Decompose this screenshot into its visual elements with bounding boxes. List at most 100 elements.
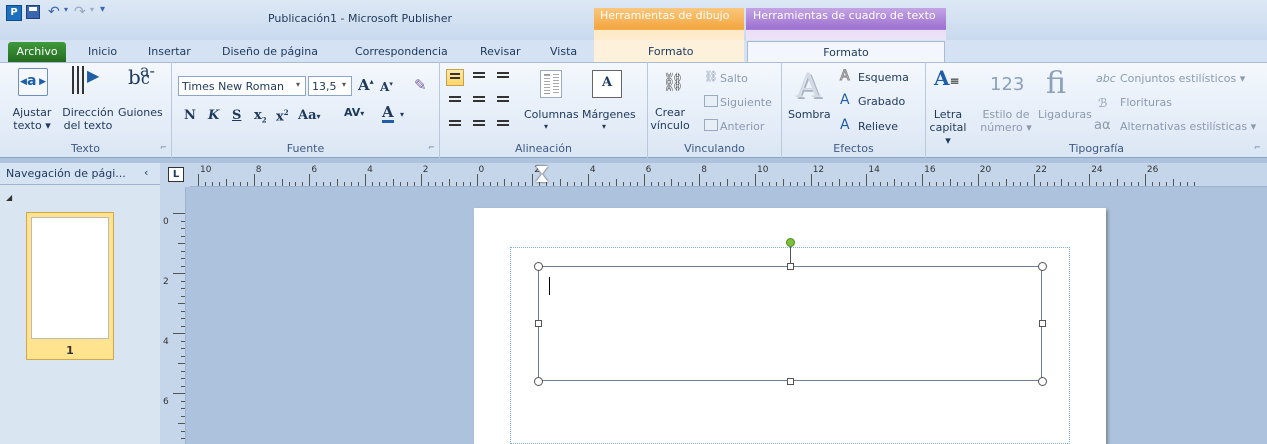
resize-handle-top[interactable] (787, 263, 794, 270)
resize-handle-bottom[interactable] (787, 378, 794, 385)
bold-icon[interactable]: N (184, 108, 196, 123)
resize-handle-bottom-left[interactable] (534, 377, 543, 386)
fuente-dialog-launcher-icon[interactable]: ⌐ (428, 143, 435, 152)
swashes-icon[interactable]: ℬ (1098, 96, 1107, 110)
resize-handle-bottom-right[interactable] (1038, 377, 1047, 386)
align-middle-right-button[interactable] (494, 93, 512, 110)
section-expander-icon[interactable]: ◢ (6, 193, 12, 202)
align-middle-left-button[interactable] (446, 93, 464, 110)
number-style-label[interactable]: Estilo de número ▾ (976, 108, 1036, 134)
tab-review[interactable]: Revisar (480, 45, 520, 58)
stylistic-sets-icon[interactable]: abc (1096, 72, 1116, 85)
tab-page-design[interactable]: Diseño de página (222, 45, 318, 58)
grow-font-icon[interactable]: A▴ (358, 76, 374, 94)
vertical-ruler[interactable]: 0 2 4 6 (160, 187, 186, 444)
collapse-pane-icon[interactable]: ‹ (144, 166, 148, 179)
resize-handle-right[interactable] (1039, 320, 1046, 327)
font-color-dropdown-icon[interactable]: ▾ (400, 110, 404, 119)
tab-format-textbox[interactable]: Formato (747, 41, 945, 63)
ruler-h-tick (434, 182, 436, 186)
text-box[interactable] (538, 266, 1042, 381)
number-style-icon[interactable]: 123 (990, 74, 1024, 95)
align-top-left-button[interactable] (446, 69, 464, 86)
page-thumbnail-1[interactable]: 1 (26, 212, 114, 360)
jump-label[interactable]: Salto (720, 72, 748, 85)
align-top-right-button[interactable] (494, 69, 512, 86)
jump-icon[interactable]: ⛓ (704, 70, 718, 83)
texto-dialog-launcher-icon[interactable]: ⌐ (160, 143, 167, 152)
change-case-icon[interactable]: Aa▾ (298, 108, 321, 123)
hyphenation-icon[interactable]: bc a- (128, 62, 155, 88)
shadow-label[interactable]: Sombra (788, 108, 831, 121)
create-link-label[interactable]: Crear vínculo (650, 106, 690, 132)
superscript-icon[interactable]: x2 (276, 108, 289, 124)
fit-text-label[interactable]: Ajustar texto ▾ (2, 106, 62, 132)
font-name-dropdown-icon[interactable]: ▾ (296, 80, 300, 89)
margins-dropdown-icon[interactable]: ▾ (602, 122, 606, 131)
margins-icon[interactable]: A (592, 70, 622, 98)
align-middle-center-button[interactable] (470, 93, 488, 110)
swashes-label[interactable]: Florituras (1120, 96, 1172, 109)
resize-handle-top-left[interactable] (534, 262, 543, 271)
ruler-h-tick (991, 182, 993, 186)
tab-mailings[interactable]: Correspondencia (355, 45, 448, 58)
tab-selector-icon[interactable]: L (168, 167, 184, 182)
align-bottom-left-button[interactable] (446, 117, 464, 134)
subscript-icon[interactable]: x2 (254, 108, 267, 125)
columns-label[interactable]: Columnas (524, 108, 579, 121)
tab-insert[interactable]: Insertar (148, 45, 191, 58)
align-bottom-center-button[interactable] (470, 117, 488, 134)
emboss-label[interactable]: Relieve (858, 120, 898, 133)
dropcap-icon[interactable]: A≡ (934, 66, 960, 90)
outline-icon[interactable]: A (840, 68, 851, 85)
tipografia-dialog-launcher-icon[interactable]: ⌐ (1254, 143, 1261, 152)
tab-home[interactable]: Inicio (88, 45, 117, 58)
ruler-h-tick (1033, 174, 1035, 186)
emboss-icon[interactable]: A (840, 117, 850, 133)
ruler-h-tick (977, 174, 979, 186)
rotation-handle[interactable] (786, 238, 795, 247)
create-link-icon[interactable]: ⛓ (662, 72, 685, 93)
shrink-font-icon[interactable]: A▾ (380, 79, 393, 94)
underline-icon[interactable]: S (232, 108, 241, 123)
tab-format-drawing[interactable]: Formato (648, 45, 694, 58)
previous-icon[interactable] (704, 119, 718, 131)
tab-view[interactable]: Vista (550, 45, 577, 58)
ligatures-label[interactable]: Ligaduras (1038, 108, 1092, 121)
italic-icon[interactable]: K (208, 108, 219, 123)
horizontal-ruler[interactable]: 10 8 6 4 2 0 2 4 6 8 10 12 14 16 20 22 24 26 (190, 163, 1267, 187)
engrave-icon[interactable]: A (840, 92, 850, 108)
next-icon[interactable] (704, 95, 718, 107)
font-name-combo[interactable]: Times New Roman ▾ (178, 76, 306, 96)
shadow-icon[interactable]: A (796, 66, 821, 106)
stylistic-alternates-label[interactable]: Alternativas estilísticas ▾ (1120, 120, 1256, 133)
stylistic-alternates-icon[interactable]: aα (1094, 118, 1111, 133)
indent-marker-icon[interactable] (534, 166, 550, 186)
ruler-v-tick (178, 363, 185, 364)
engrave-label[interactable]: Grabado (858, 95, 905, 108)
resize-handle-left[interactable] (535, 320, 542, 327)
font-size-combo[interactable]: 13,5 ▾ (308, 76, 352, 96)
character-spacing-icon[interactable]: AV▾ (344, 106, 364, 119)
ligatures-icon[interactable]: fi (1046, 66, 1066, 101)
next-label[interactable]: Siguiente (720, 96, 772, 109)
outline-label[interactable]: Esquema (858, 71, 909, 84)
previous-label[interactable]: Anterior (720, 120, 764, 133)
font-size-dropdown-icon[interactable]: ▾ (342, 80, 346, 89)
clear-formatting-icon[interactable]: ✎ (414, 76, 427, 94)
align-bottom-right-button[interactable] (494, 117, 512, 134)
text-direction-label[interactable]: Dirección del texto (62, 106, 114, 132)
margins-label[interactable]: Márgenes (582, 108, 636, 121)
columns-dropdown-icon[interactable]: ▾ (544, 122, 548, 131)
group-alineacion: Columnas ▾ A Márgenes ▾ Alineación (440, 62, 648, 158)
resize-handle-top-right[interactable] (1038, 262, 1047, 271)
ruler-h-tick (643, 174, 645, 186)
columns-icon[interactable] (540, 70, 562, 98)
stylistic-sets-label[interactable]: Conjuntos estilísticos ▾ (1120, 72, 1245, 85)
tab-file[interactable]: Archivo (8, 42, 66, 62)
align-top-center-button[interactable] (470, 69, 488, 86)
fit-text-icon[interactable]: a ◀ ▶ (18, 68, 48, 96)
text-direction-icon[interactable]: ▶ (70, 66, 104, 98)
hyphenation-label[interactable]: Guiones (118, 106, 163, 119)
font-color-icon[interactable]: A (382, 104, 394, 123)
